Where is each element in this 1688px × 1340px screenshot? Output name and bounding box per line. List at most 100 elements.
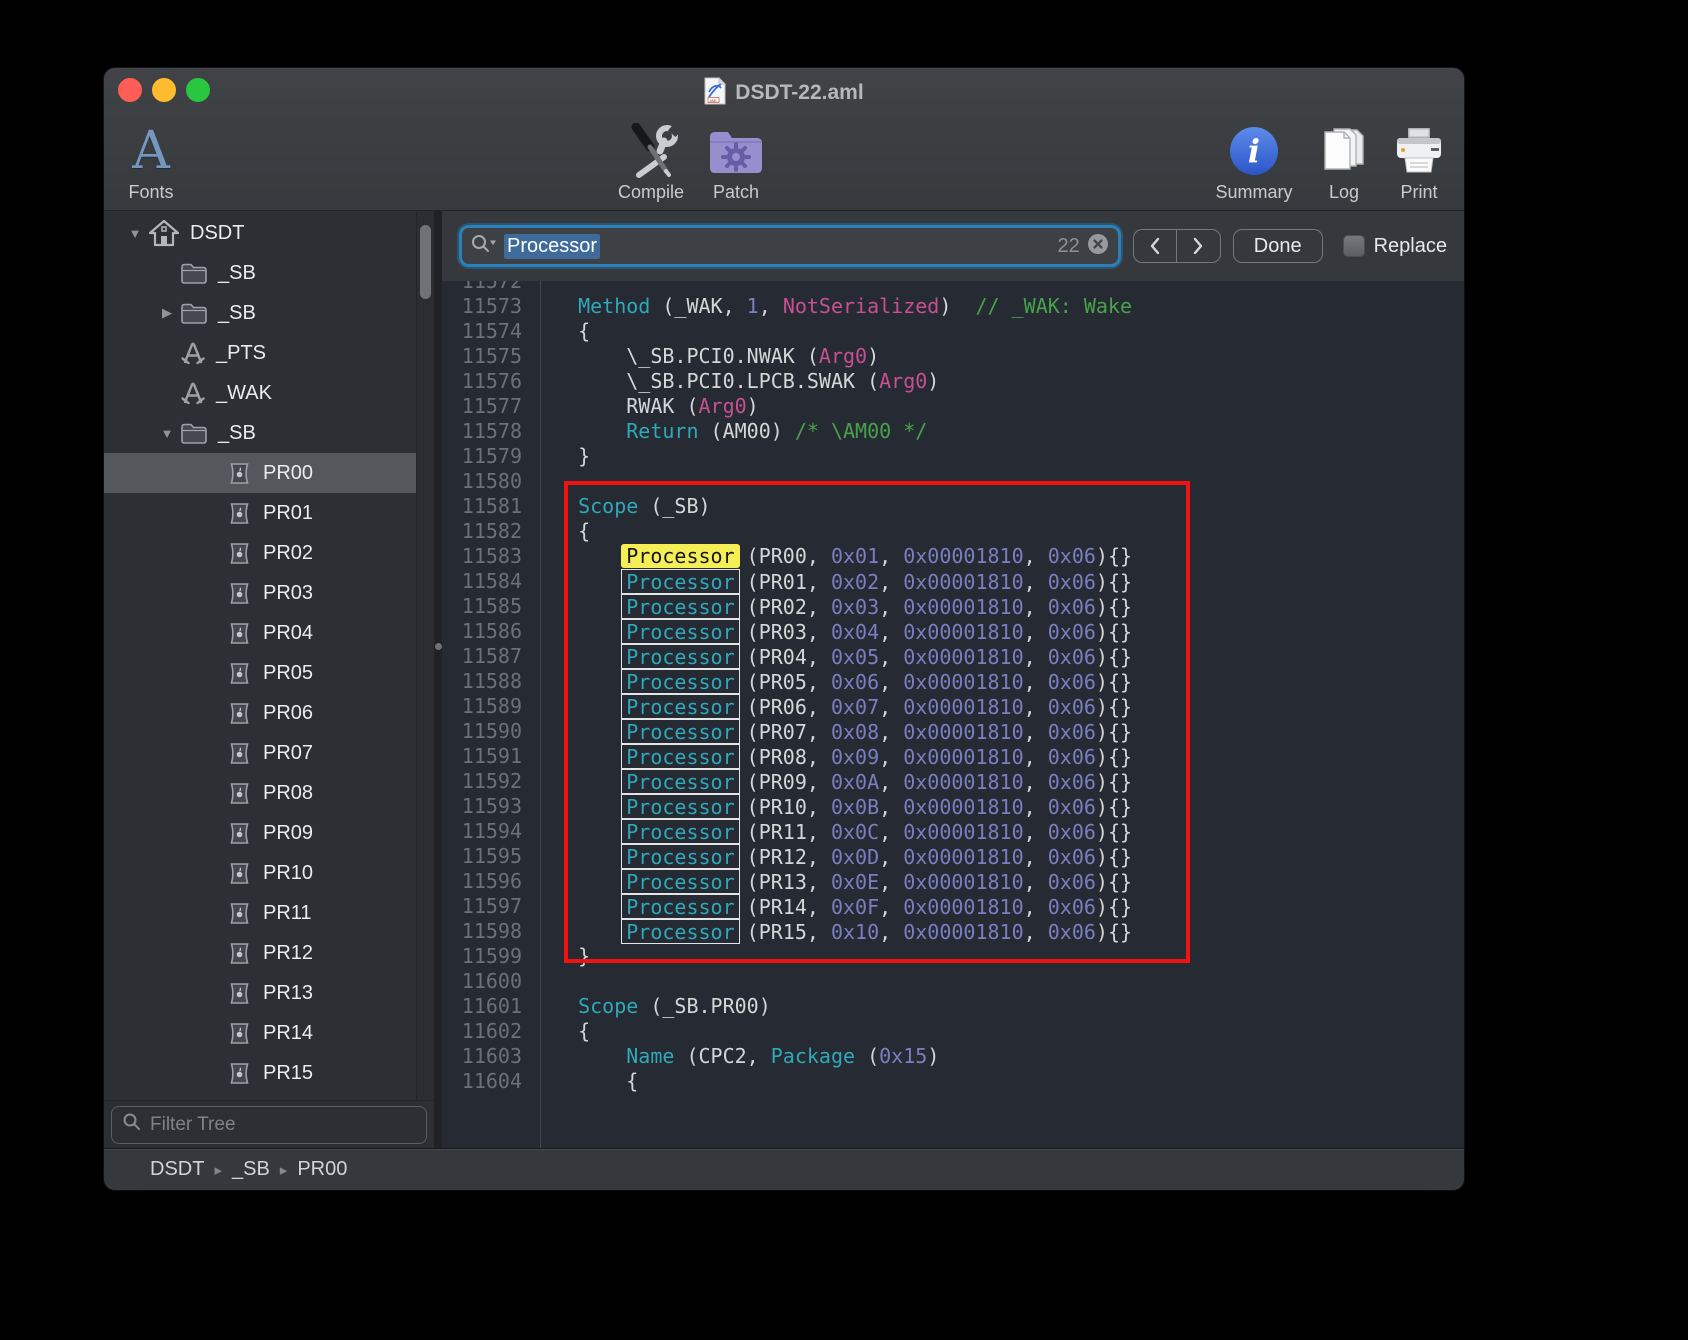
- line-number: 11591: [442, 744, 534, 769]
- code-token: ,: [879, 745, 903, 769]
- code-token: 0x06: [1048, 695, 1096, 719]
- code-token: ): [927, 369, 939, 393]
- sidebar-item-pr06[interactable]: PR06: [104, 693, 416, 733]
- sidebar-item-_sb[interactable]: ▼_SB: [104, 413, 416, 453]
- code-line: 11587 Processor (PR04, 0x05, 0x00001810,…: [442, 644, 1464, 669]
- code-token: (: [855, 1044, 879, 1068]
- code-token: [554, 595, 626, 619]
- code-token: ){}: [1096, 670, 1132, 694]
- clear-search-icon[interactable]: [1086, 232, 1110, 261]
- processor-icon: [226, 580, 253, 607]
- sidebar-item-pr14[interactable]: PR14: [104, 1013, 416, 1053]
- filter-tree-input[interactable]: Filter Tree: [111, 1106, 427, 1144]
- sidebar-item-pr09[interactable]: PR09: [104, 813, 416, 853]
- replace-checkbox[interactable]: [1343, 235, 1365, 257]
- code-line: 11574 {: [442, 319, 1464, 344]
- sidebar-item-dsdt[interactable]: ▼DSDT: [104, 213, 416, 253]
- breadcrumb-item-dsdt[interactable]: DSDT: [150, 1158, 204, 1180]
- code-token: ,: [879, 870, 903, 894]
- search-menu-icon[interactable]: [470, 233, 498, 260]
- split-divider[interactable]: [434, 211, 442, 1148]
- line-number: 11588: [442, 669, 534, 694]
- find-match-highlight: Processor: [621, 919, 739, 944]
- code-line: 11582 {: [442, 519, 1464, 544]
- patch-button[interactable]: Patch: [681, 122, 791, 203]
- code-token: ){}: [1096, 820, 1132, 844]
- code-token: }: [554, 444, 590, 468]
- close-button[interactable]: [118, 78, 142, 102]
- code-token: [554, 770, 626, 794]
- split-handle-dot[interactable]: [435, 643, 442, 650]
- code-token: (PR14,: [735, 895, 831, 919]
- sidebar-item-pr11[interactable]: PR11: [104, 893, 416, 933]
- sidebar-item-_sb[interactable]: _SB: [104, 253, 416, 293]
- sidebar-item-pr04[interactable]: PR04: [104, 613, 416, 653]
- disclosure-open-icon[interactable]: ▼: [154, 426, 180, 441]
- code-token: 0x06: [1048, 845, 1096, 869]
- sidebar-item-pr00[interactable]: PR00: [104, 453, 416, 493]
- sidebar-item-pr07[interactable]: PR07: [104, 733, 416, 773]
- sidebar-item-pr13[interactable]: PR13: [104, 973, 416, 1013]
- sidebar-scrollbar-thumb[interactable]: [420, 225, 431, 299]
- sidebar-item-pr12[interactable]: PR12: [104, 933, 416, 973]
- breadcrumb-item-pr00[interactable]: PR00: [297, 1158, 347, 1180]
- code-token: [554, 720, 626, 744]
- find-match-highlight: Processor: [621, 794, 739, 819]
- code-line: 11577 RWAK (Arg0): [442, 394, 1464, 419]
- sidebar-item-pr03[interactable]: PR03: [104, 573, 416, 613]
- done-button[interactable]: Done: [1233, 229, 1323, 263]
- code-token: Arg0: [879, 369, 927, 393]
- processor-icon: [226, 700, 253, 727]
- code-token: (PR11,: [735, 820, 831, 844]
- editor-pane: Processor 22 Done Replace 1157211573 Me: [442, 211, 1464, 1148]
- code-token: ,: [879, 620, 903, 644]
- code-token: ){}: [1096, 620, 1132, 644]
- code-token: 1: [747, 294, 759, 318]
- code-token: [554, 494, 578, 518]
- search-input[interactable]: Processor 22: [459, 225, 1121, 267]
- code-token: 0x00001810: [903, 770, 1023, 794]
- breadcrumb-item-_sb[interactable]: _SB: [232, 1158, 270, 1180]
- code-token: [554, 820, 626, 844]
- code-token: (PR02,: [735, 595, 831, 619]
- code-token: [554, 620, 626, 644]
- fonts-button[interactable]: A Fonts: [104, 122, 206, 203]
- sidebar-scrollbar[interactable]: [416, 211, 434, 1100]
- sidebar-item-pr02[interactable]: PR02: [104, 533, 416, 573]
- sidebar-item-_pts[interactable]: _PTS: [104, 333, 416, 373]
- code-token: ,: [1024, 695, 1048, 719]
- processor-icon: [226, 820, 253, 847]
- code-line: 11591 Processor (PR08, 0x09, 0x00001810,…: [442, 744, 1464, 769]
- tree-item-label: _PTS: [216, 342, 266, 365]
- print-button[interactable]: Print: [1364, 122, 1464, 203]
- find-match-highlight: Processor: [621, 619, 739, 644]
- code-token: ,: [879, 570, 903, 594]
- sidebar-item-pr01[interactable]: PR01: [104, 493, 416, 533]
- zoom-button[interactable]: [186, 78, 210, 102]
- find-match-highlight: Processor: [621, 569, 739, 594]
- code-token: (_SB): [638, 494, 710, 518]
- sidebar-item-pr10[interactable]: PR10: [104, 853, 416, 893]
- code-token: [554, 419, 626, 443]
- processor-icon: [226, 940, 253, 967]
- disclosure-closed-icon[interactable]: ▶: [154, 305, 180, 321]
- sidebar-item-pr05[interactable]: PR05: [104, 653, 416, 693]
- code-editor[interactable]: 1157211573 Method (_WAK, 1, NotSerialize…: [442, 281, 1464, 1148]
- titlebar[interactable]: AML DSDT-22.aml: [104, 68, 1464, 118]
- code-token: 0x06: [1048, 570, 1096, 594]
- sidebar-item-pr08[interactable]: PR08: [104, 773, 416, 813]
- code-line: 11593 Processor (PR10, 0x0B, 0x00001810,…: [442, 794, 1464, 819]
- find-next-button[interactable]: [1177, 230, 1220, 262]
- line-number: 11592: [442, 769, 534, 794]
- line-number: 11581: [442, 494, 534, 519]
- code-token: 0x0C: [831, 820, 879, 844]
- code-token: (_SB.PR00): [638, 994, 770, 1018]
- find-previous-button[interactable]: [1134, 230, 1177, 262]
- disclosure-open-icon[interactable]: ▼: [122, 226, 148, 241]
- code-token: (PR12,: [735, 845, 831, 869]
- code-token: 0x05: [831, 645, 879, 669]
- minimize-button[interactable]: [152, 78, 176, 102]
- sidebar-item-_sb[interactable]: ▶_SB: [104, 293, 416, 333]
- sidebar-item-_wak[interactable]: _WAK: [104, 373, 416, 413]
- sidebar-item-pr15[interactable]: PR15: [104, 1053, 416, 1093]
